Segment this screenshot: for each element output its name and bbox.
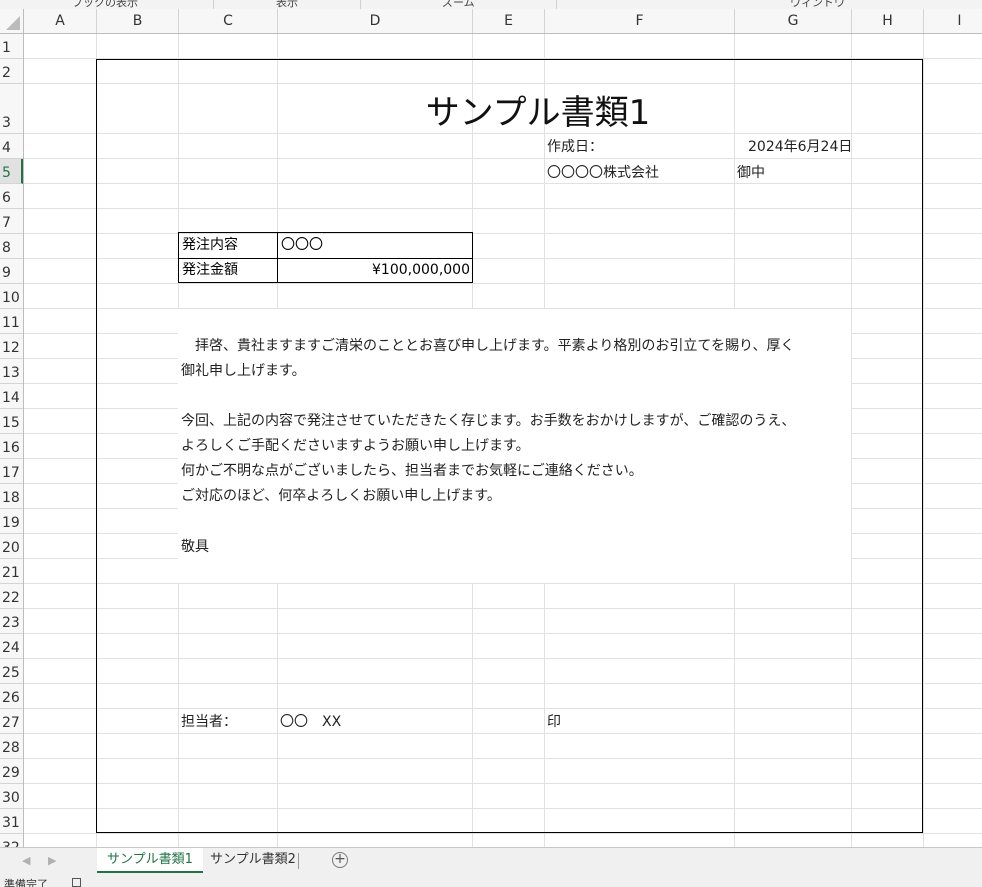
row-header-10[interactable]: 10 [0,284,23,309]
row-header-19[interactable]: 19 [0,509,23,534]
column-header-f[interactable]: F [545,9,735,33]
gridline [24,833,982,834]
ribbon-separator [556,0,557,9]
date-label[interactable]: 作成日： [547,136,603,156]
row-header-29[interactable]: 29 [0,759,23,784]
row-header-1[interactable]: 1 [0,34,23,59]
column-header-c[interactable]: C [179,9,278,33]
document-title[interactable]: サンプル書類1 [224,85,852,134]
row-header-24[interactable]: 24 [0,634,23,659]
row-header-8[interactable]: 8 [0,234,23,259]
gridline [923,34,924,847]
row-header-18[interactable]: 18 [0,484,23,509]
row-header-11[interactable]: 11 [0,309,23,334]
row-header-14[interactable]: 14 [0,384,23,409]
row-header-2[interactable]: 2 [0,59,23,84]
sheet-tab-1[interactable]: サンプル書類1 [97,848,203,873]
row-header-3[interactable]: 3 [0,84,23,134]
row-header-21[interactable]: 21 [0,559,23,584]
column-header-e[interactable]: E [473,9,545,33]
order-table: 発注内容 〇〇〇 発注金額 ¥100,000,000 [178,232,473,283]
body-line-9: 敬具 [181,539,209,555]
row-header-30[interactable]: 30 [0,784,23,809]
ribbon-group-workbook-views: ブックの表示 [72,0,138,9]
column-header-i[interactable]: I [924,9,982,33]
column-header-d[interactable]: D [278,9,473,33]
body-line-7: ご対応のほど、何卒よろしくお願い申し上げます。 [181,488,501,504]
body-line-2: 御礼申し上げます。 [181,363,306,379]
order-amount-value[interactable]: ¥100,000,000 [278,258,472,283]
recipient-company[interactable]: 〇〇〇〇株式会社 [547,162,659,182]
column-header-g[interactable]: G [735,9,852,33]
contact-name[interactable]: 〇〇 XX [280,711,341,731]
row-header-23[interactable]: 23 [0,609,23,634]
row-header-13[interactable]: 13 [0,359,23,384]
seal-label[interactable]: 印 [547,711,561,731]
ribbon-separator [360,0,361,9]
body-line-6: 何かご不明な点がございましたら、担当者までお気軽にご連絡ください。 [181,463,643,479]
row-header-28[interactable]: 28 [0,734,23,759]
column-header-a[interactable]: A [24,9,97,33]
select-all-button[interactable] [0,9,24,33]
sheet-tab-2[interactable]: サンプル書類2 [200,848,306,873]
scroll-left-icon[interactable]: ◀ [22,854,30,867]
recipient-suffix[interactable]: 御中 [737,162,765,182]
row-header-5[interactable]: 5 [0,159,23,184]
column-header-h[interactable]: H [852,9,924,33]
order-content-label[interactable]: 発注内容 [179,233,278,258]
row-header-31[interactable]: 31 [0,809,23,834]
row-header-17[interactable]: 17 [0,459,23,484]
status-text: 準備完了 [4,878,48,887]
table-row: 発注内容 〇〇〇 [179,233,472,259]
row-header-20[interactable]: 20 [0,534,23,559]
ribbon-group-window: ウィンドウ [790,0,845,9]
scroll-right-icon[interactable]: ▶ [48,854,56,867]
worksheet-grid[interactable]: サンプル書類1 作成日： 2024年6月24日 〇〇〇〇株式会社 御中 発注内容… [24,34,982,847]
add-sheet-icon[interactable]: + [332,852,348,868]
table-row: 発注金額 ¥100,000,000 [179,258,472,283]
row-header-12[interactable]: 12 [0,334,23,359]
row-header-25[interactable]: 25 [0,659,23,684]
row-header-6[interactable]: 6 [0,184,23,209]
row-header-26[interactable]: 26 [0,684,23,709]
body-line-4: 今回、上記の内容で発注させていただきたく存じます。お手数をおかけしますが、ご確認… [181,413,796,429]
row-header-15[interactable]: 15 [0,409,23,434]
status-bar: 準備完了 [0,874,982,887]
select-all-triangle-icon [6,16,20,30]
sheet-tabs-bar: ◀ ▶ サンプル書類1 サンプル書類2 + [0,847,982,874]
column-header-b[interactable]: B [97,9,179,33]
body-line-1: 拝啓、貴社ますますご清栄のこととお喜び申し上げます。平素より格別のお引立てを賜り… [181,338,795,354]
body-line-5: よろしくご手配くださいますようお願い申し上げます。 [181,438,530,454]
macro-record-icon[interactable] [72,878,81,887]
ribbon-group-labels: ブックの表示 表示 ズーム ウィンドウ [0,0,982,9]
row-header-column: 1 2 3 4 5 6 7 8 9 10 11 12 13 14 15 16 1… [0,34,24,847]
ribbon-group-zoom: ズーム [442,0,475,9]
row-header-4[interactable]: 4 [0,134,23,159]
column-header-row: A B C D E F G H I [0,9,982,34]
row-header-9[interactable]: 9 [0,259,23,284]
ribbon-group-show: 表示 [276,0,298,9]
date-value[interactable]: 2024年6月24日 [748,136,852,156]
row-header-7[interactable]: 7 [0,209,23,234]
row-header-16[interactable]: 16 [0,434,23,459]
ribbon-separator [213,0,214,9]
order-amount-label[interactable]: 発注金額 [179,258,278,283]
tab-separator [298,853,299,869]
row-header-22[interactable]: 22 [0,584,23,609]
contact-label[interactable]: 担当者： [181,711,237,731]
row-header-32[interactable]: 32 [0,834,23,847]
row-header-27[interactable]: 27 [0,709,23,734]
order-content-value[interactable]: 〇〇〇 [278,233,472,258]
